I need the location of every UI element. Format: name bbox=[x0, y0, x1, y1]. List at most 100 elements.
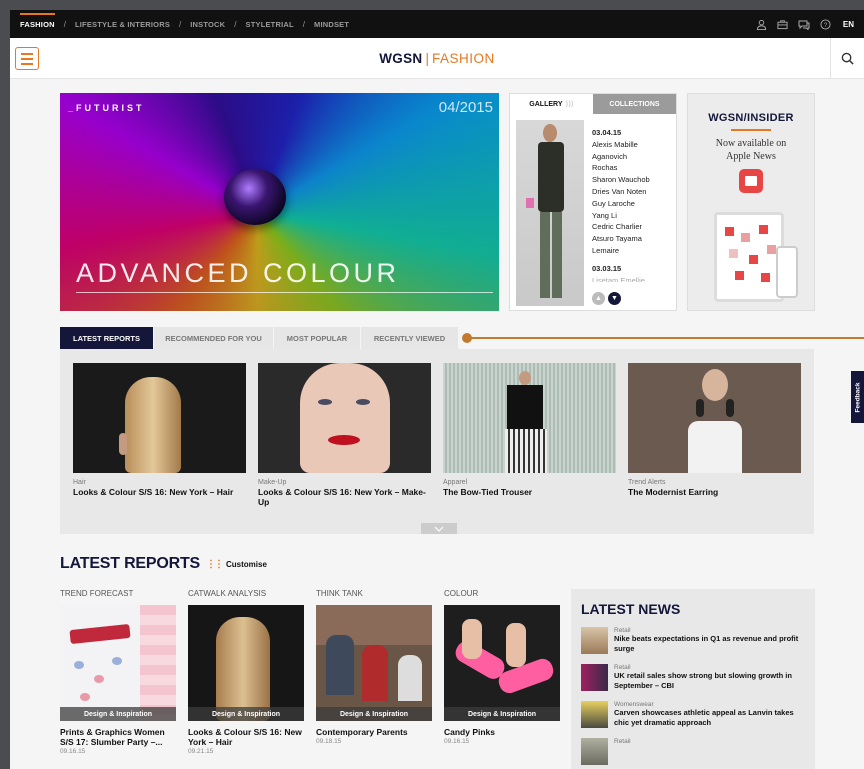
tab-collections[interactable]: COLLECTIONS bbox=[593, 94, 676, 114]
designer-link[interactable]: Atsuro Tayama bbox=[592, 233, 650, 245]
column-heading[interactable]: COLOUR bbox=[444, 589, 560, 598]
report-title[interactable]: The Modernist Earring bbox=[628, 487, 801, 497]
report-image bbox=[443, 363, 616, 473]
report-card[interactable]: Apparel The Bow-Tied Trouser bbox=[443, 363, 616, 497]
nav-mindset[interactable]: MINDSET bbox=[314, 10, 349, 38]
designer-link[interactable]: Guy Laroche bbox=[592, 198, 650, 210]
insider-line1: Now available on bbox=[715, 137, 787, 149]
designer-link[interactable]: Lemaire bbox=[592, 245, 650, 257]
nav-separator: / bbox=[302, 19, 305, 29]
apple-news-icon bbox=[739, 168, 763, 193]
image-caption: Design & Inspiration bbox=[188, 707, 304, 721]
news-thumbnail bbox=[581, 664, 608, 691]
report-title[interactable]: Prints & Graphics Women S/S 17: Slumber … bbox=[60, 727, 176, 747]
image-caption: Design & Inspiration bbox=[444, 707, 560, 721]
news-category: Retail bbox=[614, 627, 631, 634]
news-thumbnail bbox=[581, 738, 608, 765]
news-thumbnail bbox=[581, 627, 608, 654]
report-card[interactable]: Trend Alerts The Modernist Earring bbox=[628, 363, 801, 497]
customise-icon: ⋮⋮ bbox=[206, 559, 224, 570]
designer-link[interactable]: Rochas bbox=[592, 162, 650, 174]
tabs-divider-dot bbox=[462, 333, 472, 343]
report-title[interactable]: Candy Pinks bbox=[444, 727, 560, 737]
nav-lifestyle-interiors[interactable]: LIFESTYLE & INTERIORS bbox=[75, 10, 170, 38]
feedback-tab[interactable]: Feedback bbox=[851, 371, 864, 423]
news-category: Retail bbox=[614, 738, 631, 745]
news-item[interactable]: Retail Nike beats expectations in Q1 as r… bbox=[581, 627, 805, 654]
news-item[interactable]: Womenswear Carven showcases athletic appe… bbox=[581, 701, 805, 728]
report-date: 09.16.15 bbox=[444, 738, 470, 745]
column-heading[interactable]: TREND FORECAST bbox=[60, 589, 176, 598]
news-category: Retail bbox=[614, 664, 631, 671]
chat-icon[interactable] bbox=[798, 19, 810, 30]
report-title[interactable]: Looks & Colour S/S 16: New York – Hair bbox=[73, 487, 246, 497]
designer-link[interactable]: Lisetam Emellie bbox=[592, 275, 650, 282]
report-category: Apparel bbox=[443, 479, 468, 486]
report-title[interactable]: Contemporary Parents bbox=[316, 727, 432, 737]
designer-link[interactable]: Aganovich bbox=[592, 151, 650, 163]
news-item[interactable]: Retail UK retail sales show strong but sl… bbox=[581, 664, 805, 691]
news-title[interactable]: Carven showcases athletic appeal as Lanv… bbox=[614, 708, 805, 727]
reports-carousel: Hair Looks & Colour S/S 16: New York – H… bbox=[60, 349, 814, 534]
insider-rule bbox=[731, 129, 771, 131]
report-title[interactable]: The Bow-Tied Trouser bbox=[443, 487, 616, 497]
news-title[interactable]: UK retail sales show strong but slowing … bbox=[614, 671, 805, 690]
top-icons: ? EN bbox=[756, 10, 854, 38]
tabs-divider-line bbox=[465, 337, 864, 339]
report-column[interactable]: THINK TANK Design & Inspiration Contempo… bbox=[316, 589, 432, 745]
customise-button[interactable]: ⋮⋮ Customise bbox=[206, 559, 267, 570]
report-column[interactable]: CATWALK ANALYSIS Design & Inspiration Lo… bbox=[188, 589, 304, 755]
report-column[interactable]: COLOUR Design & Inspiration Candy Pinks … bbox=[444, 589, 560, 745]
designer-link[interactable]: Alexis Mabille bbox=[592, 139, 650, 151]
nav-styletrial[interactable]: STYLETRIAL bbox=[246, 10, 294, 38]
insider-ad[interactable]: WGSN/INSIDER Now available on Apple News bbox=[687, 93, 815, 311]
news-category: Womenswear bbox=[614, 701, 654, 708]
designer-link[interactable]: Sharon Wauchob bbox=[592, 174, 650, 186]
nav-instock[interactable]: INSTOCK bbox=[190, 10, 225, 38]
report-date: 09.16.15 bbox=[60, 748, 86, 755]
wgsn-fashion-logo[interactable]: WGSN | FASHION bbox=[10, 51, 864, 66]
nav-separator: / bbox=[234, 19, 237, 29]
logo-divider: | bbox=[425, 51, 429, 66]
report-image: Design & Inspiration bbox=[316, 605, 432, 721]
user-icon[interactable] bbox=[756, 19, 767, 30]
image-caption: Design & Inspiration bbox=[316, 707, 432, 721]
language-selector[interactable]: EN bbox=[843, 20, 854, 29]
nav-fashion[interactable]: FASHION bbox=[20, 10, 55, 38]
help-icon[interactable]: ? bbox=[820, 18, 831, 30]
search-icon[interactable] bbox=[830, 38, 864, 78]
report-card[interactable]: Hair Looks & Colour S/S 16: New York – H… bbox=[73, 363, 246, 497]
hero-title: ADVANCED COLOUR bbox=[76, 258, 400, 288]
tab-most-popular[interactable]: MOST POPULAR bbox=[274, 327, 361, 349]
tab-recommended[interactable]: RECOMMENDED FOR YOU bbox=[154, 327, 274, 349]
report-image: Design & Inspiration bbox=[444, 605, 560, 721]
scroll-up-icon[interactable]: ▲ bbox=[592, 292, 605, 305]
insider-line2: Apple News bbox=[726, 150, 776, 162]
designer-link[interactable]: Cedric Charlier bbox=[592, 221, 650, 233]
news-title[interactable]: Nike beats expectations in Q1 as revenue… bbox=[614, 634, 805, 653]
column-heading[interactable]: CATWALK ANALYSIS bbox=[188, 589, 304, 598]
runway-photo[interactable] bbox=[516, 120, 584, 306]
hero-banner[interactable]: _FUTURIST 04/2015 ADVANCED COLOUR bbox=[60, 93, 499, 311]
tab-recently-viewed[interactable]: RECENTLY VIEWED bbox=[361, 327, 459, 349]
insider-brand: WGSN/INSIDER bbox=[708, 112, 794, 124]
report-title[interactable]: Looks & Colour S/S 16: New York – Make-U… bbox=[258, 487, 431, 507]
expand-chevron-icon[interactable] bbox=[421, 523, 457, 534]
tab-gallery[interactable]: GALLERY ⟩⟩⟩ bbox=[510, 94, 593, 114]
hero-kicker: _FUTURIST bbox=[68, 103, 145, 113]
scroll-down-icon[interactable]: ▼ bbox=[608, 292, 621, 305]
designer-link[interactable]: Dries Van Noten bbox=[592, 186, 650, 198]
designer-link[interactable]: Yang Li bbox=[592, 210, 650, 222]
logo-mark: WGSN bbox=[379, 51, 423, 66]
tab-latest-reports[interactable]: LATEST REPORTS bbox=[60, 327, 154, 355]
report-title[interactable]: Looks & Colour S/S 16: New York – Hair bbox=[188, 727, 304, 747]
report-category: Hair bbox=[73, 479, 86, 486]
report-column[interactable]: TREND FORECAST Design & Inspiration Prin… bbox=[60, 589, 176, 755]
briefcase-icon[interactable] bbox=[777, 19, 788, 30]
nav-separator: / bbox=[179, 19, 182, 29]
column-heading[interactable]: THINK TANK bbox=[316, 589, 432, 598]
news-item[interactable]: Retail bbox=[581, 738, 805, 765]
report-image bbox=[73, 363, 246, 473]
report-card[interactable]: Make-Up Looks & Colour S/S 16: New York … bbox=[258, 363, 431, 507]
report-date: 09.21.15 bbox=[188, 748, 214, 755]
